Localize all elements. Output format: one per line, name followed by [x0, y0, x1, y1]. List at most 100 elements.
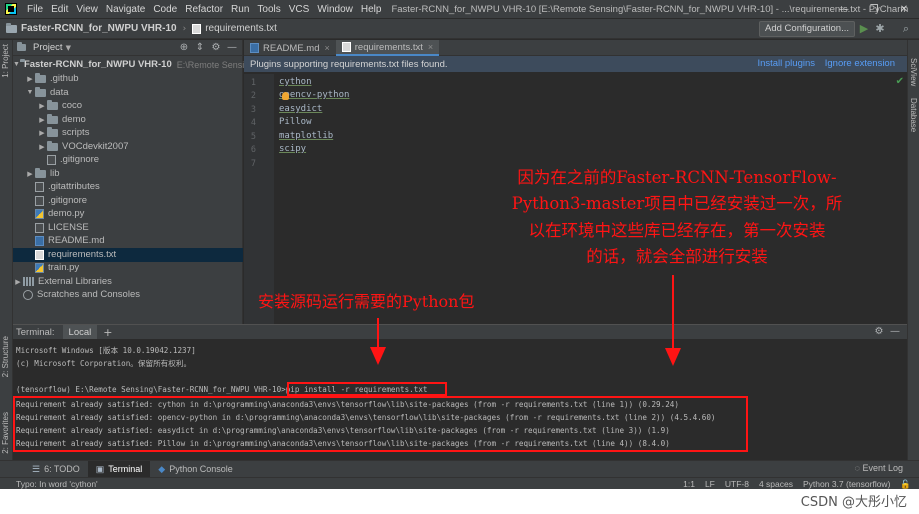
lock-icon[interactable]: 🔓	[900, 479, 911, 489]
code-line[interactable]: easydict	[279, 104, 322, 114]
tab-todo[interactable]: ☰ 6: TODO	[24, 461, 88, 478]
folder-icon	[35, 72, 46, 83]
run-icon[interactable]: ▶	[857, 22, 871, 36]
highlight-command-box	[287, 382, 447, 396]
tree-item-license[interactable]: LICENSE	[13, 221, 243, 235]
breadcrumb-file[interactable]: requirements.txt	[188, 23, 281, 34]
chevron-down-icon[interactable]: ▼	[13, 61, 20, 68]
tab-python-console[interactable]: ◆ Python Console	[150, 461, 240, 478]
terminal-icon: ▣	[95, 463, 105, 474]
chevron-right-icon[interactable]: ▶	[37, 143, 47, 151]
add-configuration-button[interactable]: Add Configuration...	[759, 21, 855, 37]
tree-item-lib[interactable]: ▶ lib	[13, 167, 243, 181]
plugin-suggestion-banner: Plugins supporting requirements.txt file…	[244, 56, 907, 72]
code-line[interactable]: scipy	[279, 144, 306, 154]
search-icon[interactable]: ⌕	[899, 22, 913, 36]
tree-item-coco[interactable]: ▶ coco	[13, 99, 243, 113]
chevron-right-icon[interactable]: ▶	[37, 116, 47, 124]
caret-position[interactable]: 1:1	[683, 479, 695, 489]
close-window-button[interactable]: ✕	[889, 0, 919, 19]
tree-item-train-py[interactable]: train.py	[13, 261, 243, 275]
chevron-right-icon[interactable]: ▶	[37, 102, 47, 110]
tree-item-label: .gitignore	[48, 195, 88, 207]
tree-item-vocdevkit[interactable]: ▶ VOCdevkit2007	[13, 140, 243, 154]
menu-view[interactable]: View	[72, 4, 102, 15]
debug-icon[interactable]: ✱	[873, 22, 887, 36]
tree-item-gitignore[interactable]: .gitignore	[13, 194, 243, 208]
chevron-right-icon[interactable]: ▶	[25, 75, 35, 83]
menu-tools[interactable]: Tools	[253, 4, 284, 15]
close-tab-icon[interactable]: ×	[428, 42, 433, 52]
tree-item-demo-py[interactable]: demo.py	[13, 207, 243, 221]
tree-item-scripts[interactable]: ▶ scripts	[13, 126, 243, 140]
file-encoding[interactable]: UTF-8	[725, 479, 749, 489]
code-line[interactable]: cython	[279, 77, 312, 87]
tree-item-label: Scratches and Consoles	[37, 289, 140, 301]
code-line[interactable]: Pillow	[279, 117, 312, 127]
terminal-tab-local[interactable]: Local	[62, 325, 98, 339]
ignore-extension-link[interactable]: Ignore extension	[825, 58, 895, 69]
tree-item-data[interactable]: ▼ data	[13, 86, 243, 100]
menu-edit[interactable]: Edit	[47, 4, 72, 15]
project-view-icon	[17, 42, 26, 51]
hide-panel-icon[interactable]: —	[224, 41, 240, 55]
chevron-down-icon[interactable]: ▼	[25, 89, 35, 96]
python-interpreter[interactable]: Python 3.7 (tensorflow)	[803, 479, 890, 489]
chevron-right-icon[interactable]: ▶	[25, 170, 35, 178]
hide-panel-icon[interactable]: —	[887, 325, 903, 339]
database-tool-tab[interactable]: Database	[909, 98, 918, 132]
tree-item-requirements[interactable]: requirements.txt	[13, 248, 243, 262]
menu-code[interactable]: Code	[149, 4, 181, 15]
tree-item-gitattributes[interactable]: .gitattributes	[13, 180, 243, 194]
tree-item-scratches[interactable]: Scratches and Consoles	[13, 288, 243, 302]
project-view-selector[interactable]: Project	[33, 42, 63, 53]
menu-file[interactable]: File	[23, 4, 47, 15]
chevron-down-icon[interactable]: ▼	[66, 44, 71, 52]
tab-readme[interactable]: README.md ×	[244, 40, 336, 56]
code-line[interactable]: opencv-python	[279, 90, 349, 100]
lightbulb-icon[interactable]	[282, 92, 289, 100]
indent-setting[interactable]: 4 spaces	[759, 479, 793, 489]
banner-message: Plugins supporting requirements.txt file…	[250, 58, 448, 70]
menu-refactor[interactable]: Refactor	[181, 4, 227, 15]
structure-tool-tab[interactable]: 2: Structure	[1, 336, 10, 377]
collapse-all-icon[interactable]: ⇕	[192, 41, 208, 55]
menu-navigate[interactable]: Navigate	[102, 4, 149, 15]
tree-item-github[interactable]: ▶ .github	[13, 72, 243, 86]
line-number: 6	[250, 145, 256, 155]
menu-vcs[interactable]: VCS	[285, 4, 314, 15]
favorites-tool-tab[interactable]: 2: Favorites	[1, 412, 10, 454]
tree-root[interactable]: ▼ Faster-RCNN_for_NWPU VHR-10 E:\Remote …	[13, 58, 244, 72]
minimize-button[interactable]: —	[829, 0, 859, 19]
tree-item-readme[interactable]: README.md	[13, 234, 243, 248]
install-plugins-link[interactable]: Install plugins	[757, 58, 815, 69]
chevron-right-icon[interactable]: ▶	[13, 278, 23, 286]
close-tab-icon[interactable]: ×	[324, 43, 329, 53]
scratches-icon	[23, 289, 33, 300]
menu-run[interactable]: Run	[227, 4, 253, 15]
tree-item-data-gitignore[interactable]: .gitignore	[13, 153, 243, 167]
line-separator[interactable]: LF	[705, 479, 715, 489]
new-terminal-button[interactable]: +	[103, 326, 112, 339]
annotation-arrow-right-head	[665, 348, 681, 366]
gear-icon[interactable]: ⚙	[871, 325, 887, 339]
tree-item-external-libraries[interactable]: ▶ External Libraries	[13, 275, 243, 289]
tree-item-demo[interactable]: ▶ demo	[13, 113, 243, 127]
project-tool-tab[interactable]: 1: Project	[1, 44, 10, 78]
locate-file-icon[interactable]: ⊕	[176, 41, 192, 55]
bottom-tool-bar: ☰ 6: TODO ▣ Terminal ◆ Python Console ◌ …	[0, 460, 919, 478]
tab-terminal[interactable]: ▣ Terminal	[87, 460, 151, 478]
chevron-right-icon[interactable]: ▶	[37, 129, 47, 137]
code-line[interactable]: matplotlib	[279, 131, 333, 141]
file-icon	[47, 154, 56, 165]
menu-help[interactable]: Help	[357, 4, 386, 15]
terminal-line: (c) Microsoft Corporation。保留所有权利。	[16, 359, 192, 368]
tab-requirements[interactable]: requirements.txt ×	[335, 40, 440, 56]
event-log-button[interactable]: ◌ Event Log	[855, 463, 903, 473]
tree-item-label: coco	[62, 100, 83, 112]
sciview-tool-tab[interactable]: SciView	[909, 58, 918, 86]
menu-window[interactable]: Window	[313, 4, 357, 15]
maximize-button[interactable]: ❐	[859, 0, 889, 19]
breadcrumb-project[interactable]: Faster-RCNN_for_NWPU VHR-10	[0, 22, 181, 34]
gear-icon[interactable]: ⚙	[208, 41, 224, 55]
